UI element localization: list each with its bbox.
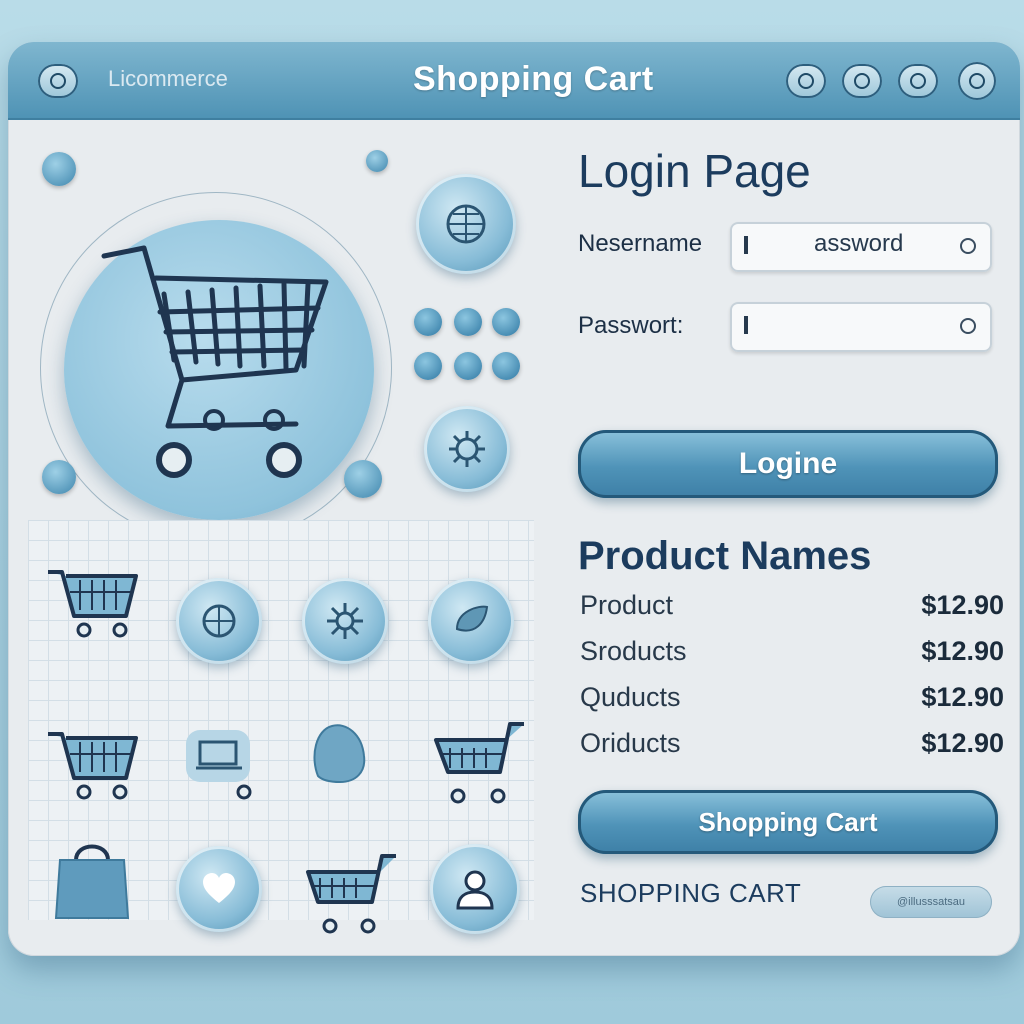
laptop-icon xyxy=(186,730,252,800)
product-price: $12.90 xyxy=(921,636,1004,666)
username-label: Nesername xyxy=(578,230,703,257)
shopping-cart-icon xyxy=(306,854,396,934)
dot-6[interactable] xyxy=(492,352,520,380)
grid-cart-2[interactable] xyxy=(44,712,140,802)
icon-grid xyxy=(28,520,534,934)
eye-icon[interactable] xyxy=(960,318,976,334)
product-name: Product xyxy=(580,590,674,620)
dot-3[interactable] xyxy=(492,308,520,336)
shopping-cart-icon xyxy=(48,570,138,638)
info-button[interactable] xyxy=(786,64,826,98)
shopping-bag-icon xyxy=(54,844,130,919)
shopping-cart-icon xyxy=(434,722,524,804)
password-label: Passwort: xyxy=(578,312,684,339)
globe-orb[interactable] xyxy=(416,174,516,274)
product-price: $12.90 xyxy=(921,728,1004,758)
info-icon xyxy=(798,73,814,89)
glove-icon xyxy=(313,724,366,784)
product-name: Oriducts xyxy=(580,728,681,758)
product-row[interactable]: Quducts $12.90 xyxy=(580,682,1004,722)
pencil-icon xyxy=(910,73,926,89)
login-title: Login Page xyxy=(578,145,811,197)
footer-label: SHOPPING CART xyxy=(580,878,802,908)
user-icon xyxy=(456,870,494,910)
text-caret xyxy=(744,236,748,254)
globe-icon xyxy=(446,204,486,244)
brand-name: Licommerce xyxy=(108,66,228,91)
window-title: Shopping Cart xyxy=(413,60,654,98)
shopping-cart-button[interactable]: Shopping Cart xyxy=(578,790,998,854)
grid-cart-3[interactable] xyxy=(428,714,528,810)
hero-node-bottom-left xyxy=(42,460,76,494)
grid-bag[interactable] xyxy=(50,836,134,920)
grid-glove[interactable] xyxy=(306,716,376,796)
grid-cart-1[interactable] xyxy=(44,550,140,640)
heart-icon xyxy=(203,873,235,903)
product-price: $12.90 xyxy=(921,682,1004,712)
hero-node-top-left xyxy=(42,152,76,186)
pause-icon xyxy=(50,73,66,89)
dot-2[interactable] xyxy=(454,308,482,336)
footer-chip[interactable]: @illusssatsau xyxy=(870,886,992,918)
product-row[interactable]: Sroducts $12.90 xyxy=(580,636,1004,676)
product-price: $12.90 xyxy=(921,590,1004,620)
product-name: Quducts xyxy=(580,682,681,712)
grid-cart-4[interactable] xyxy=(300,848,400,938)
view-button[interactable] xyxy=(842,64,882,98)
product-row[interactable]: Product $12.90 xyxy=(580,590,1004,630)
products-title: Product Names xyxy=(578,534,872,578)
grid-globe-orb[interactable] xyxy=(176,578,262,664)
grid-icon xyxy=(854,73,870,89)
grid-laptop[interactable] xyxy=(178,716,262,806)
search-icon xyxy=(969,73,985,89)
edit-button[interactable] xyxy=(898,64,938,98)
shopping-cart-icon xyxy=(101,245,329,478)
settings-orb[interactable] xyxy=(424,406,510,492)
title-bar: Licommerce Shopping Cart xyxy=(8,42,1020,120)
dot-4[interactable] xyxy=(414,352,442,380)
gear-icon xyxy=(327,603,363,639)
hero-cart-disc xyxy=(64,220,374,520)
eye-icon[interactable] xyxy=(960,238,976,254)
grid-heart-orb[interactable] xyxy=(176,846,262,932)
leaf-icon xyxy=(455,605,489,632)
product-row[interactable]: Oriducts $12.90 xyxy=(580,728,1004,768)
app-window: Licommerce Shopping Cart Login Page Nese… xyxy=(8,42,1020,956)
login-button[interactable]: Logine xyxy=(578,430,998,498)
shopping-cart-icon xyxy=(48,732,138,800)
globe-icon xyxy=(202,604,236,638)
search-button[interactable] xyxy=(958,62,996,100)
username-value: assword xyxy=(814,230,904,257)
grid-user-orb[interactable] xyxy=(430,844,520,934)
text-caret xyxy=(744,316,748,334)
hero-node-top-right xyxy=(366,150,388,172)
grid-leaf-orb[interactable] xyxy=(428,578,514,664)
grid-gear-orb[interactable] xyxy=(302,578,388,664)
dot-5[interactable] xyxy=(454,352,482,380)
menu-button[interactable] xyxy=(38,64,78,98)
dot-1[interactable] xyxy=(414,308,442,336)
product-name: Sroducts xyxy=(580,636,687,666)
gear-icon xyxy=(449,431,485,467)
username-field[interactable]: assword xyxy=(730,222,992,272)
hero-node-bottom-right xyxy=(344,460,382,498)
password-field[interactable] xyxy=(730,302,992,352)
